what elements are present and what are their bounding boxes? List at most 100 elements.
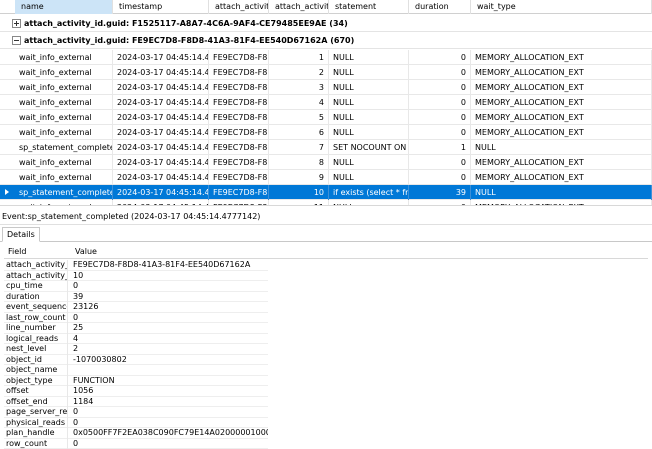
- detail-field: duration: [6, 291, 68, 302]
- cell-statement: NULL: [329, 50, 409, 65]
- cell-statement: NULL: [329, 155, 409, 170]
- cell-wait_type: MEMORY_ALLOCATION_EXT: [471, 95, 652, 110]
- cell-guid: FE9EC7D8-F8D8...: [209, 155, 269, 170]
- detail-field: line_number: [6, 323, 68, 334]
- cell-name: wait_info_external: [15, 155, 113, 170]
- details-field-header[interactable]: Field: [8, 245, 26, 259]
- detail-field: logical_reads: [6, 333, 68, 344]
- group-row[interactable]: attach_activity_id.guid: FE9EC7D8-F8D8-4…: [0, 32, 652, 49]
- table-row[interactable]: wait_info_external2024-03-17 04:45:14.47…: [0, 155, 652, 170]
- cell-name: wait_info_external: [15, 50, 113, 65]
- details-value-header[interactable]: Value: [75, 245, 97, 259]
- expand-icon[interactable]: [12, 19, 21, 28]
- detail-row[interactable]: logical_reads 4: [4, 333, 268, 344]
- cell-seq: 10: [269, 185, 329, 200]
- detail-value: 1056: [73, 386, 94, 395]
- cell-statement: NULL: [329, 95, 409, 110]
- column-header-2[interactable]: attach_activity_i...: [209, 0, 269, 14]
- detail-row[interactable]: object_name: [4, 365, 268, 376]
- detail-row[interactable]: offset 1056: [4, 386, 268, 397]
- table-row[interactable]: wait_info_external2024-03-17 04:45:14.47…: [0, 80, 652, 95]
- detail-row[interactable]: last_row_count 0: [4, 312, 268, 323]
- detail-row[interactable]: plan_handle 0x0500FF7F2EA038C090FC79E14A0…: [4, 428, 268, 439]
- details-tabstrip: Details: [0, 226, 652, 242]
- detail-row[interactable]: line_number 25: [4, 323, 268, 334]
- detail-value: 25: [73, 323, 84, 332]
- column-header-4[interactable]: statement: [329, 0, 409, 14]
- cell-statement: NULL: [329, 125, 409, 140]
- detail-field: attach_activity_id.g...: [6, 260, 68, 271]
- table-row[interactable]: sp_statement_completed 2024-03-17 04:45:1…: [0, 185, 652, 200]
- detail-field: attach_activity_id.s...: [6, 270, 68, 281]
- cell-seq: 8: [269, 155, 329, 170]
- cell-seq: 9: [269, 170, 329, 185]
- cell-wait_type: MEMORY_ALLOCATION_EXT: [471, 50, 652, 65]
- detail-row[interactable]: duration 39: [4, 291, 268, 302]
- detail-row[interactable]: object_type FUNCTION: [4, 375, 268, 386]
- detail-row[interactable]: nest_level 2: [4, 344, 268, 355]
- cell-seq: 2: [269, 65, 329, 80]
- detail-value: 0: [73, 407, 79, 416]
- cell-seq: 6: [269, 125, 329, 140]
- cell-name: wait_info_external: [15, 65, 113, 80]
- table-row[interactable]: wait_info_external2024-03-17 04:45:14.47…: [0, 110, 652, 125]
- tab-details[interactable]: Details: [2, 227, 40, 242]
- cell-duration: 0: [409, 50, 471, 65]
- cell-wait_type: MEMORY_ALLOCATION_EXT: [471, 65, 652, 80]
- detail-row[interactable]: attach_activity_id.s... 10: [4, 270, 268, 281]
- cell-name: wait_info_external: [15, 200, 113, 205]
- column-header-5[interactable]: duration: [409, 0, 471, 14]
- cell-duration: 0: [409, 155, 471, 170]
- detail-row[interactable]: cpu_time 0: [4, 281, 268, 292]
- column-header-1[interactable]: timestamp: [113, 0, 209, 14]
- cell-seq: 3: [269, 80, 329, 95]
- table-row[interactable]: wait_info_external2024-03-17 04:45:14.47…: [0, 50, 652, 65]
- detail-value: 23126: [73, 302, 99, 311]
- cell-statement: NULL: [329, 200, 409, 205]
- event-title: Event:sp_statement_completed (2024-03-17…: [0, 209, 652, 225]
- events-grid[interactable]: nametimestampattach_activity_i...attach_…: [0, 0, 652, 206]
- table-row[interactable]: sp_statement_completed 2024-03-17 04:45:1…: [0, 140, 652, 155]
- detail-field: nest_level: [6, 344, 68, 355]
- details-header: Field Value: [4, 245, 648, 259]
- cell-guid: FE9EC7D8-F8D8...: [209, 125, 269, 140]
- cell-name: wait_info_external: [15, 170, 113, 185]
- table-row[interactable]: wait_info_external2024-03-17 04:45:14.47…: [0, 125, 652, 140]
- table-row[interactable]: wait_info_external2024-03-17 04:45:14.47…: [0, 65, 652, 80]
- cell-wait_type: MEMORY_ALLOCATION_EXT: [471, 110, 652, 125]
- group-row[interactable]: attach_activity_id.guid: F1525117-A8A7-4…: [0, 15, 652, 32]
- detail-field: event_sequence: [6, 302, 68, 313]
- cell-guid: FE9EC7D8-F8D8...: [209, 185, 269, 200]
- cell-duration: 0: [409, 65, 471, 80]
- cell-timestamp: 2024-03-17 04:45:14.4777253: [113, 200, 209, 205]
- detail-row[interactable]: offset_end 1184: [4, 396, 268, 407]
- cell-seq: 5: [269, 110, 329, 125]
- detail-value: 0: [73, 438, 79, 448]
- detail-row[interactable]: object_id -1070030802: [4, 354, 268, 365]
- detail-value: 0: [73, 312, 79, 322]
- detail-row[interactable]: attach_activity_id.g... FE9EC7D8-F8D8-41A…: [4, 260, 268, 271]
- detail-row[interactable]: physical_reads 0: [4, 417, 268, 428]
- table-row[interactable]: wait_info_external2024-03-17 04:45:14.47…: [0, 200, 652, 205]
- cell-wait_type: NULL: [471, 140, 652, 155]
- detail-row[interactable]: page_server_reads 0: [4, 407, 268, 418]
- cell-seq: 7: [269, 140, 329, 155]
- detail-row[interactable]: row_count 0: [4, 438, 268, 449]
- table-row[interactable]: wait_info_external2024-03-17 04:45:14.47…: [0, 170, 652, 185]
- detail-field: object_type: [6, 375, 68, 386]
- cell-seq: 11: [269, 200, 329, 205]
- column-header-3[interactable]: attach_activity_i...: [269, 0, 329, 14]
- column-header-0[interactable]: name: [15, 0, 113, 14]
- detail-field: offset_end: [6, 396, 68, 407]
- collapse-icon[interactable]: [12, 36, 21, 45]
- table-row[interactable]: wait_info_external2024-03-17 04:45:14.47…: [0, 95, 652, 110]
- detail-value: FUNCTION: [73, 375, 115, 385]
- cell-guid: FE9EC7D8-F8D8...: [209, 95, 269, 110]
- cell-seq: 1: [269, 50, 329, 65]
- column-header-6[interactable]: wait_type: [471, 0, 652, 14]
- cell-timestamp: 2024-03-17 04:45:14.4775595: [113, 95, 209, 110]
- detail-field: page_server_reads: [6, 407, 68, 418]
- detail-row[interactable]: event_sequence 23126: [4, 302, 268, 313]
- cell-name: sp_statement_completed: [15, 185, 113, 200]
- cell-duration: 0: [409, 80, 471, 95]
